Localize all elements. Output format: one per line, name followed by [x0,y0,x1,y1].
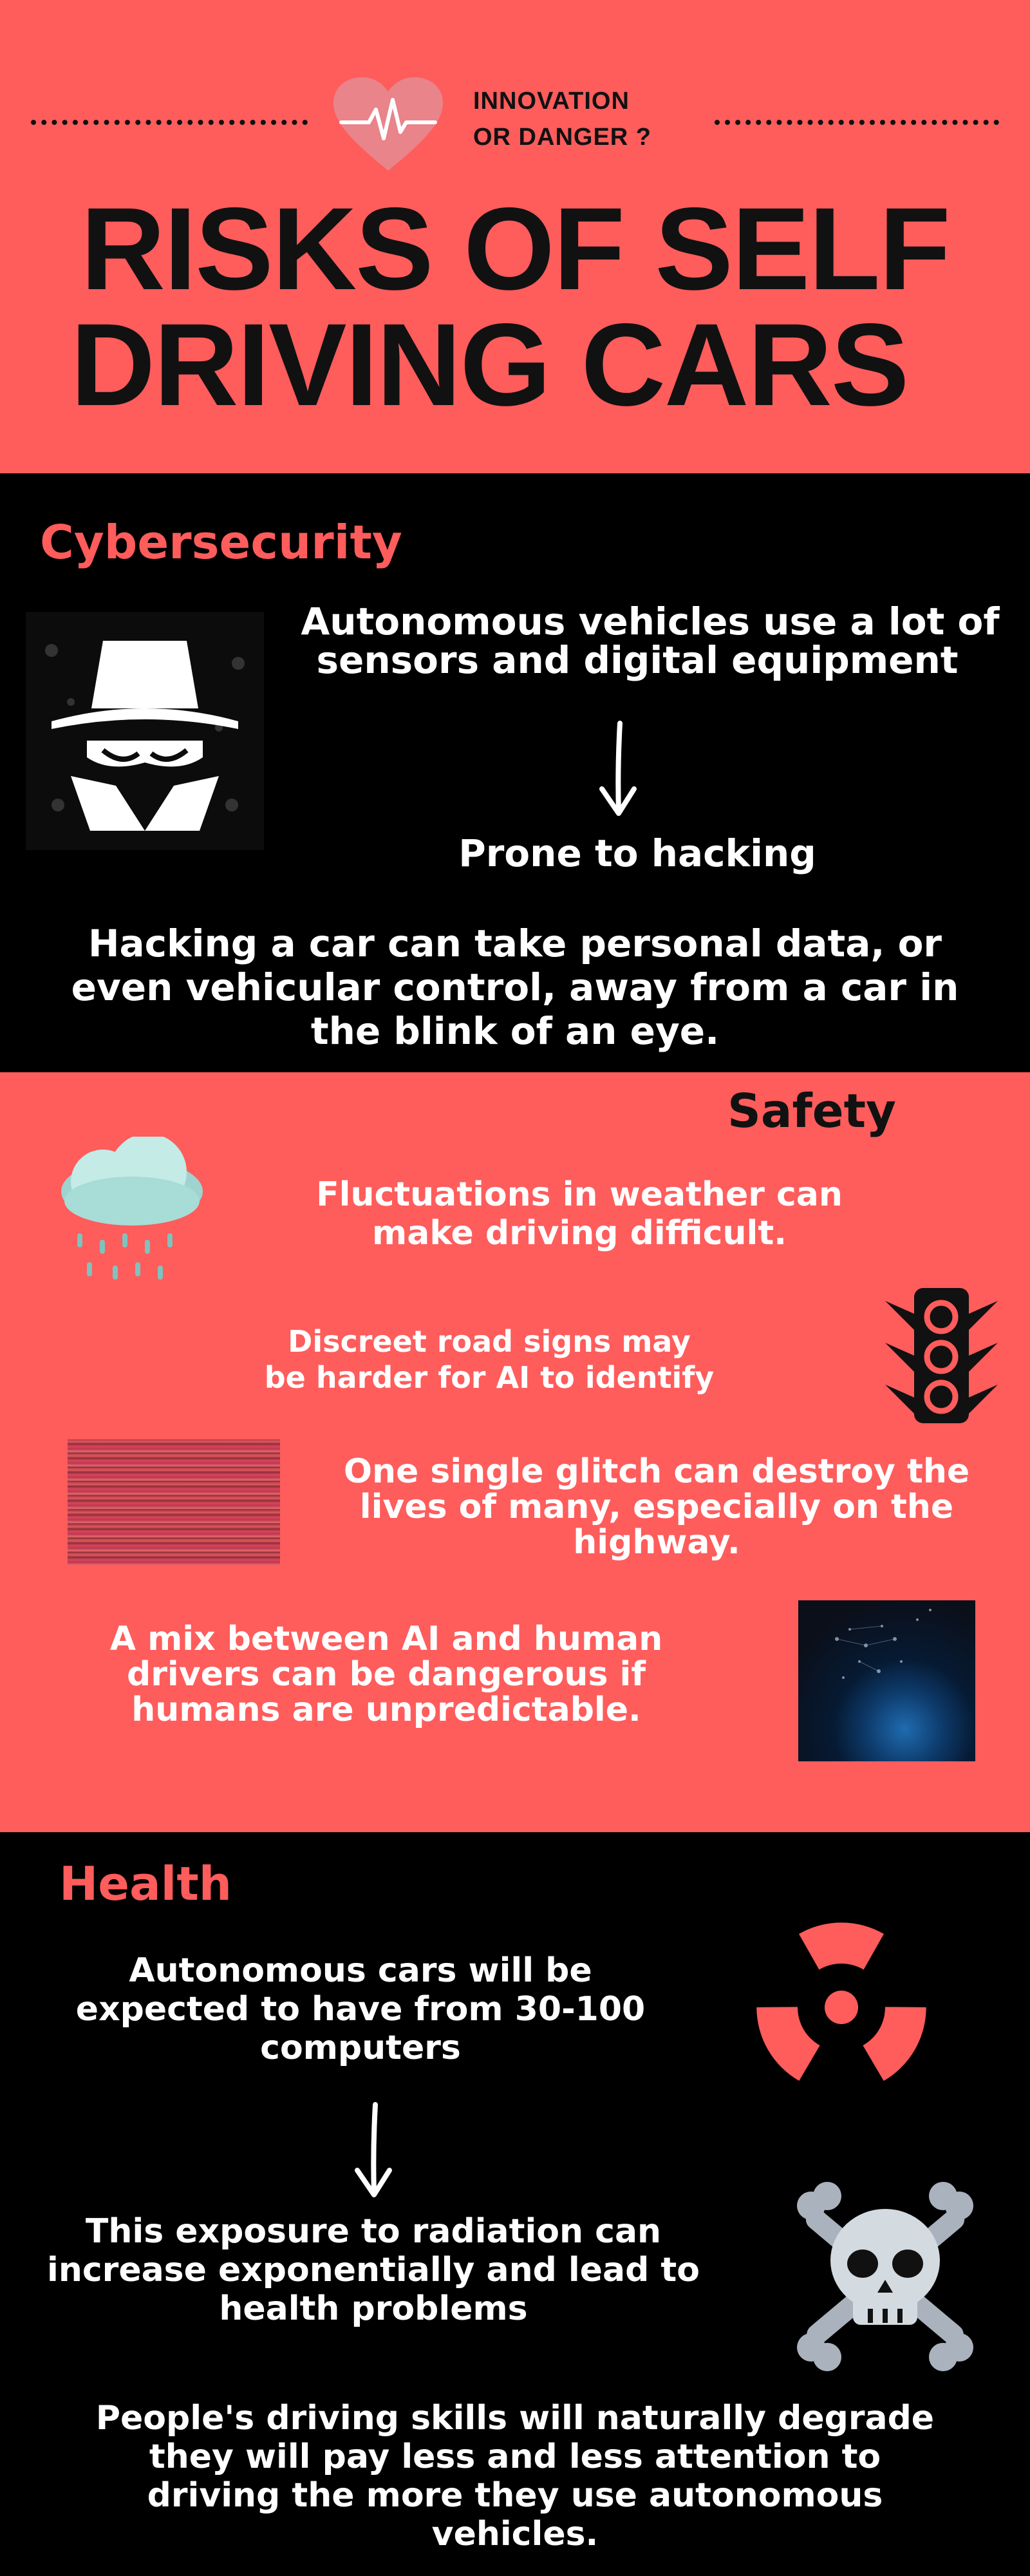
rain-cloud-icon [61,1137,203,1280]
heart-pulse-icon [333,77,443,171]
sensors-line-2: sensors and digital equipment [316,638,959,682]
computers-line-3: computers [260,2029,461,2067]
cybersecurity-title: Cybersecurity [40,515,402,569]
right-dotted-divider [715,120,999,125]
kicker-line-2: OR DANGER ? [473,124,651,151]
skull-crossbones-icon [797,2182,973,2371]
down-arrow-icon [599,721,637,816]
hacking-line-1: Hacking a car can take personal data, or [88,922,942,965]
left-dotted-divider [31,120,308,125]
safety-section: Safety Fluctuations in weather can make … [0,1072,1030,1832]
signs-line-2: be harder for AI to identify [264,1360,715,1395]
mix-line-3: humans are unpredictable. [131,1690,641,1729]
computers-line-1: Autonomous cars will be [129,1951,592,1990]
signs-line-1: Discreet road signs may [288,1324,691,1359]
hacking-line-3: the blink of an eye. [310,1009,720,1053]
page-title-line-2: DRIVING CARS [70,299,910,430]
weather-line-2: make driving difficult. [372,1214,787,1253]
earth-network-image [798,1600,975,1761]
down-arrow-icon [355,2102,392,2197]
hacking-line-2: even vehicular control, away from a car … [71,965,959,1009]
skills-line-4: vehicles. [431,2515,599,2553]
prone-to-hacking-text: Prone to hacking [458,831,816,875]
hacker-icon [26,612,264,850]
radiation-icon [756,1922,926,2081]
radiation-line-3: health problems [219,2289,528,2328]
skills-line-2: they will pay less and less attention to [149,2438,881,2476]
mix-line-1: A mix between AI and human [109,1620,663,1658]
glitch-line-3: highway. [573,1523,740,1562]
weather-line-1: Fluctuations in weather can [316,1175,843,1214]
health-title: Health [59,1857,232,1911]
glitch-line-2: lives of many, especially on the [359,1488,954,1526]
radiation-line-1: This exposure to radiation can [85,2212,662,2251]
page-title-line-1: RISKS OF SELF [80,183,950,314]
radiation-line-2: increase exponentially and lead to [47,2251,700,2289]
cybersecurity-section: Cybersecurity Autonomous vehicles use a … [0,473,1030,1072]
health-section: Health Autonomous cars will be expected … [0,1832,1030,2576]
mix-line-2: drivers can be dangerous if [127,1655,646,1694]
glitch-image [68,1439,280,1565]
safety-title: Safety [727,1084,896,1138]
glitch-line-1: One single glitch can destroy the [343,1452,970,1491]
skills-line-1: People's driving skills will naturally d… [95,2399,935,2438]
header-section: INNOVATION OR DANGER ? RISKS OF SELF DRI… [0,0,1030,473]
traffic-light-icon [885,1288,998,1423]
skills-line-3: driving the more they use autonomous [147,2476,883,2515]
computers-line-2: expected to have from 30-100 [75,1990,646,2029]
kicker-line-1: INNOVATION [473,88,630,115]
